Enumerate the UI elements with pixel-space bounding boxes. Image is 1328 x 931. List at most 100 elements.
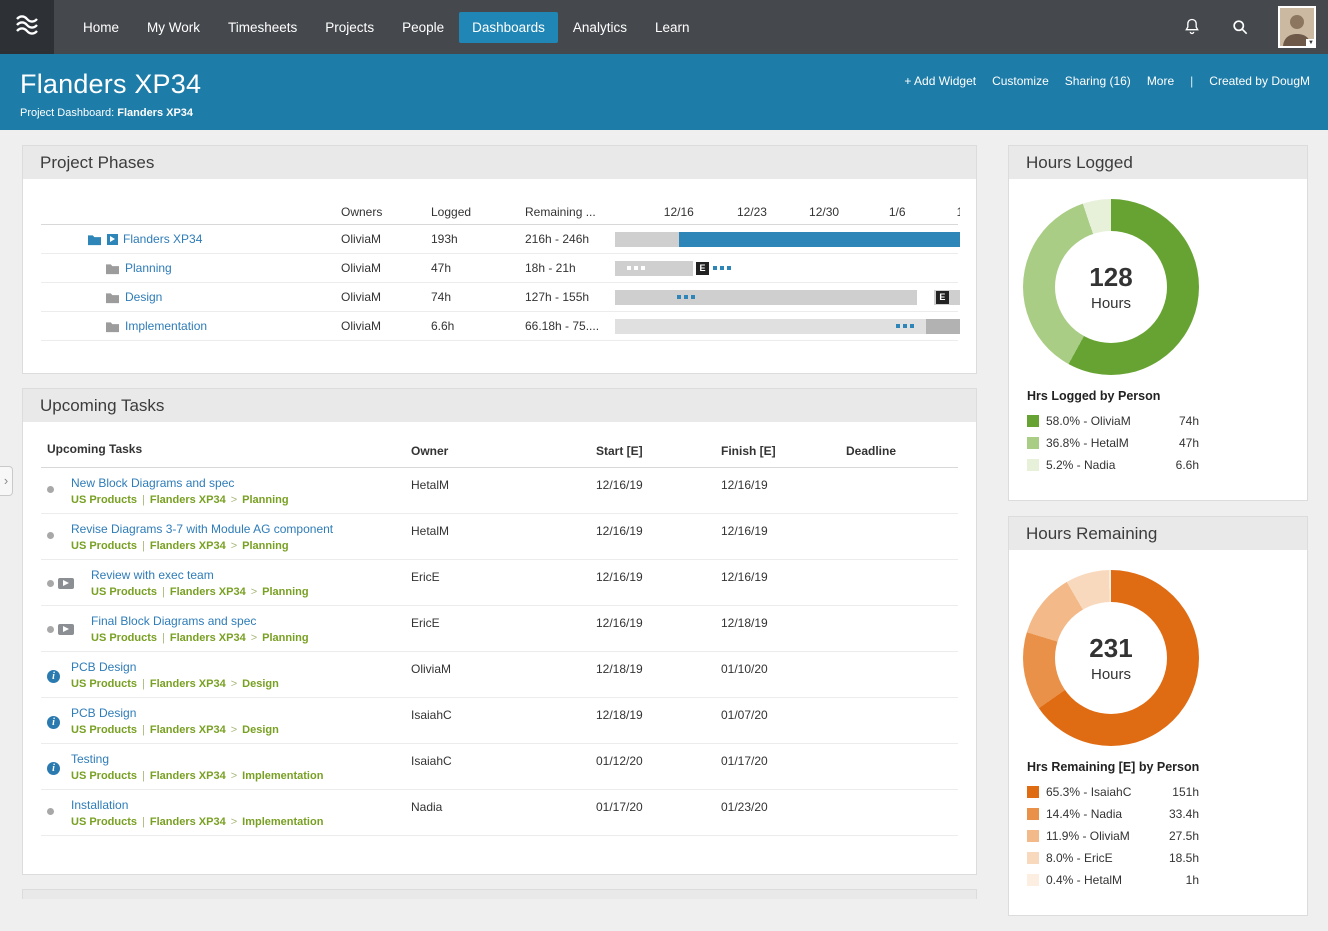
chevron-down-icon[interactable]: ▼ bbox=[1306, 39, 1316, 48]
breadcrumb-phase[interactable]: Design bbox=[242, 724, 279, 736]
task-text-stack: Revise Diagrams 3-7 with Module AG compo… bbox=[71, 522, 411, 552]
task-deadline bbox=[846, 660, 958, 690]
nav-item-home[interactable]: Home bbox=[70, 12, 132, 43]
breadcrumb-project[interactable]: Flanders XP34 bbox=[150, 724, 226, 736]
task-start: 01/17/20 bbox=[596, 798, 721, 828]
breadcrumb-phase[interactable]: Planning bbox=[242, 494, 288, 506]
nav-item-projects[interactable]: Projects bbox=[312, 12, 387, 43]
task-cell: iPCB DesignUS Products|Flanders XP34>Des… bbox=[41, 660, 411, 690]
task-link[interactable]: Final Block Diagrams and spec bbox=[91, 614, 256, 628]
phase-row: ImplementationOliviaM6.6h66.18h - 75.... bbox=[41, 312, 958, 341]
task-start: 12/16/19 bbox=[596, 476, 721, 506]
breadcrumb-phase[interactable]: Planning bbox=[242, 540, 288, 552]
task-deadline bbox=[846, 752, 958, 782]
nav-item-dashboards[interactable]: Dashboards bbox=[459, 12, 558, 43]
phase-gantt bbox=[615, 319, 960, 334]
breadcrumb-project[interactable]: Flanders XP34 bbox=[150, 770, 226, 782]
hours-remaining-widget: Hours Remaining 231Hours Hrs Remaining [… bbox=[1008, 516, 1308, 916]
phase-name-cell: Planning bbox=[41, 261, 341, 275]
task-link[interactable]: Testing bbox=[71, 752, 109, 766]
header-action-created-by-dougm: Created by DougM bbox=[1209, 74, 1310, 88]
hours-remaining-legend: Hrs Remaining [E] by Person 65.3% - Isai… bbox=[1009, 746, 1307, 915]
left-column: Project Phases Owners Logged Remaining .… bbox=[22, 145, 977, 899]
task-deadline bbox=[846, 614, 958, 644]
breadcrumb-project[interactable]: Flanders XP34 bbox=[170, 632, 246, 644]
breadcrumb-phase[interactable]: Planning bbox=[262, 586, 308, 598]
nav-item-timesheets[interactable]: Timesheets bbox=[215, 12, 310, 43]
breadcrumb-root[interactable]: US Products bbox=[71, 770, 137, 782]
breadcrumb-project[interactable]: Flanders XP34 bbox=[150, 678, 226, 690]
breadcrumb-root[interactable]: US Products bbox=[71, 540, 137, 552]
task-cell: Revise Diagrams 3-7 with Module AG compo… bbox=[41, 522, 411, 552]
legend-swatch bbox=[1027, 437, 1039, 449]
breadcrumb-root[interactable]: US Products bbox=[71, 494, 137, 506]
sidebar-expand-handle[interactable]: › bbox=[0, 466, 13, 496]
right-column: Hours Logged 128Hours Hrs Logged by Pers… bbox=[1008, 145, 1308, 931]
upcoming-tasks-widget: Upcoming Tasks Upcoming Tasks Owner Star… bbox=[22, 388, 977, 875]
task-link[interactable]: New Block Diagrams and spec bbox=[71, 476, 234, 490]
task-deadline bbox=[846, 798, 958, 828]
header-action-add-widget[interactable]: + Add Widget bbox=[904, 74, 976, 88]
task-link[interactable]: PCB Design bbox=[71, 706, 136, 720]
legend-rows: 58.0% - OliviaM74h36.8% - HetalM47h5.2% … bbox=[1027, 410, 1289, 476]
nav-item-my-work[interactable]: My Work bbox=[134, 12, 213, 43]
task-link[interactable]: Installation bbox=[71, 798, 128, 812]
task-link[interactable]: Revise Diagrams 3-7 with Module AG compo… bbox=[71, 522, 333, 536]
top-nav: HomeMy WorkTimesheetsProjectsPeopleDashb… bbox=[0, 0, 1328, 54]
task-dot-icon bbox=[47, 626, 54, 633]
phase-link[interactable]: Planning bbox=[125, 261, 172, 275]
notifications-bell-icon[interactable] bbox=[1182, 17, 1202, 37]
breadcrumb-root[interactable]: US Products bbox=[91, 632, 157, 644]
breadcrumb-project[interactable]: Flanders XP34 bbox=[170, 586, 246, 598]
nav-right: ▼ bbox=[1182, 6, 1328, 48]
phase-link[interactable]: Implementation bbox=[125, 319, 207, 333]
breadcrumb-phase[interactable]: Implementation bbox=[242, 770, 323, 782]
task-link[interactable]: Review with exec team bbox=[91, 568, 214, 582]
breadcrumb-separator: > bbox=[246, 586, 262, 598]
tasks-start-column-header: Start [E] bbox=[596, 442, 721, 458]
breadcrumb-root[interactable]: US Products bbox=[71, 816, 137, 828]
phase-link[interactable]: Flanders XP34 bbox=[123, 232, 202, 246]
folder-icon bbox=[105, 320, 120, 333]
phases-remaining-column-header: Remaining ... bbox=[525, 205, 615, 219]
breadcrumb-phase[interactable]: Planning bbox=[262, 632, 308, 644]
task-start: 12/16/19 bbox=[596, 614, 721, 644]
breadcrumb-separator: > bbox=[226, 770, 242, 782]
app-logo[interactable] bbox=[0, 0, 54, 54]
breadcrumb-root[interactable]: US Products bbox=[71, 678, 137, 690]
nav-item-learn[interactable]: Learn bbox=[642, 12, 703, 43]
breadcrumb-root[interactable]: US Products bbox=[91, 586, 157, 598]
legend-value: 33.4h bbox=[1169, 807, 1199, 821]
tasks-finish-column-header: Finish [E] bbox=[721, 442, 846, 458]
breadcrumb-separator: | bbox=[137, 494, 150, 506]
legend-label: 65.3% - IsaiahC bbox=[1046, 785, 1131, 799]
header-action-sharing-16[interactable]: Sharing (16) bbox=[1065, 74, 1131, 88]
breadcrumb-project[interactable]: Flanders XP34 bbox=[150, 494, 226, 506]
phase-gantt: E bbox=[615, 290, 960, 305]
user-avatar[interactable]: ▼ bbox=[1278, 6, 1316, 48]
task-link[interactable]: PCB Design bbox=[71, 660, 136, 674]
phase-link[interactable]: Design bbox=[125, 290, 162, 304]
task-row: iPCB DesignUS Products|Flanders XP34>Des… bbox=[41, 698, 958, 744]
breadcrumb-phase[interactable]: Design bbox=[242, 678, 279, 690]
legend-label: 8.0% - EricE bbox=[1046, 851, 1113, 865]
breadcrumb-separator: | bbox=[137, 540, 150, 552]
gantt-bar-white bbox=[917, 290, 934, 305]
breadcrumb-phase[interactable]: Implementation bbox=[242, 816, 323, 828]
legend-label: 0.4% - HetalM bbox=[1046, 873, 1122, 887]
task-icon: i bbox=[47, 716, 60, 729]
nav-item-analytics[interactable]: Analytics bbox=[560, 12, 640, 43]
legend-label: 58.0% - OliviaM bbox=[1046, 414, 1131, 428]
breadcrumb-separator: > bbox=[226, 540, 242, 552]
nav-item-people[interactable]: People bbox=[389, 12, 457, 43]
header-action-customize[interactable]: Customize bbox=[992, 74, 1049, 88]
search-icon[interactable] bbox=[1230, 17, 1250, 37]
donut-total-value: 231 bbox=[1089, 633, 1132, 664]
header-action-more[interactable]: More bbox=[1147, 74, 1174, 88]
blue-dots-marker bbox=[896, 324, 914, 328]
breadcrumb-project[interactable]: Flanders XP34 bbox=[150, 540, 226, 552]
breadcrumb-project[interactable]: Flanders XP34 bbox=[150, 816, 226, 828]
breadcrumb-root[interactable]: US Products bbox=[71, 724, 137, 736]
breadcrumb-separator: > bbox=[226, 678, 242, 690]
task-cell: iTestingUS Products|Flanders XP34>Implem… bbox=[41, 752, 411, 782]
